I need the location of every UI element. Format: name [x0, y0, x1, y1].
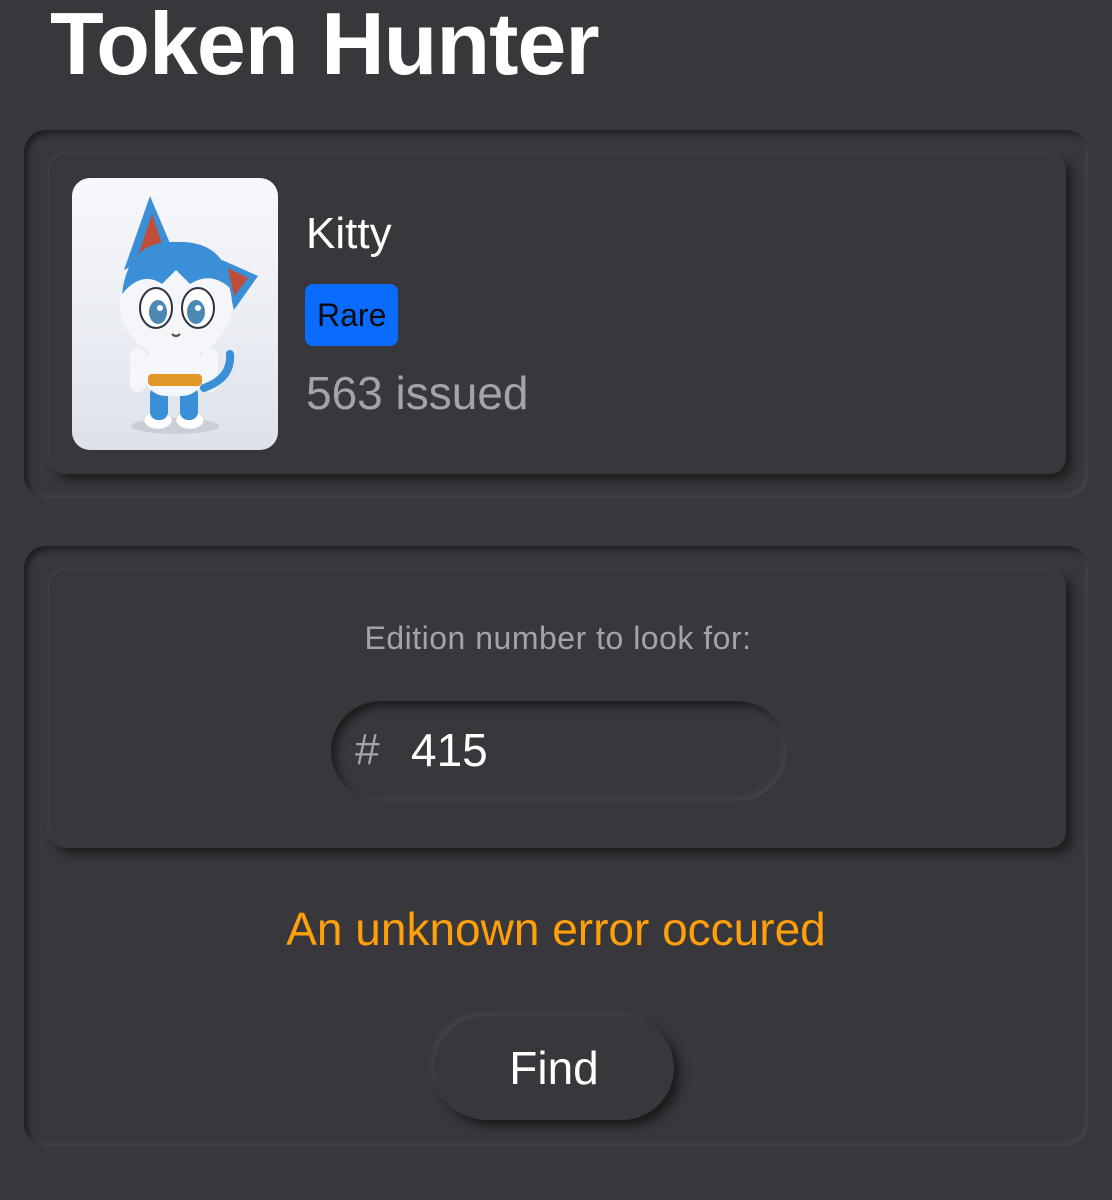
rarity-badge: Rare [305, 284, 399, 346]
token-panel: Kitty Rare 563 issued [24, 130, 1088, 498]
token-name: Kitty [306, 209, 392, 258]
kitty-illustration [120, 196, 258, 434]
token-image [72, 178, 278, 450]
edition-number-input[interactable]: # 415 [331, 701, 787, 801]
edition-label: Edition number to look for: [364, 620, 752, 656]
error-message: An unknown error occured [286, 903, 826, 955]
token-card: Kitty Rare 563 issued [50, 154, 1066, 474]
hash-icon: # [355, 725, 380, 774]
search-card: Edition number to look for: # 415 [50, 570, 1066, 848]
issued-count: 563 issued [306, 367, 529, 419]
find-button[interactable]: Find [434, 1016, 674, 1120]
app-screen: Token Hunter Kitty Rare 563 issued Editi… [0, 0, 1112, 1200]
app-title: Token Hunter [50, 0, 600, 93]
edition-number-value[interactable]: 415 [411, 723, 488, 777]
search-panel: Edition number to look for: # 415 An unk… [24, 546, 1088, 1146]
